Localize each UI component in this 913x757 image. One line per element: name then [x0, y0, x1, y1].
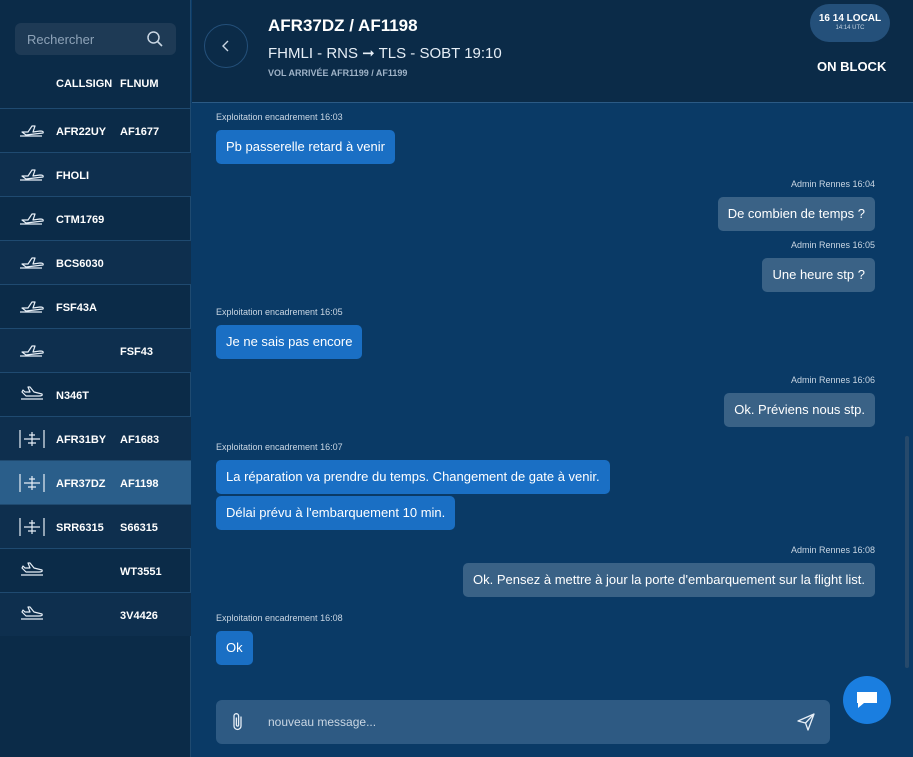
flight-number: AF1677 [120, 126, 160, 138]
flight-number: WT3551 [120, 566, 162, 578]
flight-callsign: SRR6315 [56, 522, 104, 534]
message-meta: Admin Rennes 16:08 [790, 545, 875, 555]
flight-row-fsf43a[interactable]: FSF43A [0, 284, 191, 328]
message-bubble: Une heure stp ? [762, 258, 875, 292]
arrival-plane-icon [18, 384, 46, 406]
message-bubble: La réparation va prendre du temps. Chang… [216, 460, 610, 494]
parked-plane-icon [18, 428, 46, 450]
message-bubble: Ok [216, 631, 253, 665]
departure-plane-icon [18, 208, 46, 230]
send-icon[interactable] [796, 712, 816, 732]
flight-number: S66315 [120, 522, 158, 534]
flight-number: FSF43 [120, 346, 154, 358]
flight-row-ctm1769[interactable]: CTM1769 [0, 196, 191, 240]
arrival-flight: VOL ARRIVÉE AFR1199 / AF1199 [268, 68, 408, 78]
utc-time: 14:14 UTC [835, 25, 865, 31]
arrival-plane-icon [18, 604, 46, 626]
flight-row-afr31by[interactable]: AFR31BY AF1683 [0, 416, 191, 460]
departure-plane-icon [18, 120, 46, 142]
flight-callsign: CTM1769 [56, 214, 105, 226]
flight-row-bcs6030[interactable]: BCS6030 [0, 240, 191, 284]
flight-callsign: AFR31BY [56, 434, 107, 446]
flight-header: AFR37DZ / AF1198 FHMLI - RNS ➞ TLS - SOB… [192, 0, 913, 103]
flight-row-afr37dz[interactable]: AFR37DZ AF1198 [0, 460, 191, 504]
parked-plane-icon [18, 516, 46, 538]
flight-sidebar: Rechercher CALLSIGN FLNUM AFR22UY AF1677 F… [0, 0, 191, 757]
flight-row-3v4426[interactable]: 3V4426 [0, 592, 191, 636]
flnum-header: FLNUM [120, 78, 159, 90]
message-meta: Exploitation encadrement 16:07 [216, 442, 343, 452]
flight-row-fsf43[interactable]: FSF43 [0, 328, 191, 372]
departure-plane-icon [18, 164, 46, 186]
flight-row-srr6315[interactable]: SRR6315 S66315 [0, 504, 191, 548]
page-title: AFR37DZ / AF1198 [268, 16, 418, 35]
back-button[interactable] [204, 24, 248, 68]
flight-row-fholi[interactable]: FHOLI [0, 152, 191, 196]
message-meta: Admin Rennes 16:06 [790, 375, 875, 385]
message-meta: Exploitation encadrement 16:03 [216, 112, 343, 122]
local-time: 16 14 LOCAL [818, 13, 882, 24]
status-badge: ON BLOCK [817, 59, 887, 74]
chat-scrollbar[interactable] [905, 436, 909, 668]
departure-plane-icon [18, 252, 46, 274]
message-bubble: Délai prévu à l'embarquement 10 min. [216, 496, 456, 530]
departure-plane-icon [18, 296, 46, 318]
message-bubble: Ok. Pensez à mettre à jour la porte d'em… [463, 563, 875, 597]
flight-callsign: N346T [56, 390, 90, 402]
message-bubble: Ok. Préviens nous stp. [724, 393, 875, 427]
chat-bubble-icon [857, 692, 877, 708]
flight-row-n346t[interactable]: N346T [0, 372, 191, 416]
flight-number: AF1198 [120, 478, 159, 490]
flight-row-wt3551[interactable]: WT3551 [0, 548, 191, 592]
search-input[interactable]: Rechercher [27, 32, 146, 47]
chat-fab-button[interactable] [843, 676, 891, 724]
message-meta: Admin Rennes 16:04 [790, 179, 875, 189]
flight-callsign: FSF43A [56, 302, 97, 314]
search-box[interactable]: Rechercher [15, 23, 176, 55]
chevron-left-icon [222, 40, 229, 52]
flight-row-afr22uy[interactable]: AFR22UY AF1677 [0, 108, 191, 152]
flight-callsign: AFR37DZ [56, 478, 106, 490]
arrival-plane-icon [18, 560, 46, 582]
message-bubble: De combien de temps ? [717, 197, 875, 231]
paperclip-icon[interactable] [230, 712, 246, 732]
chat-panel: Exploitation encadrement 16:03 Pb passere… [192, 104, 913, 757]
flight-list: AFR22UY AF1677 FHOLI CTM1769 BCS6030 FSF43A FS… [0, 108, 191, 636]
flight-list-header: CALLSIGN FLNUM [0, 78, 191, 96]
callsign-header: CALLSIGN [56, 78, 113, 90]
flight-number: AF1683 [120, 434, 160, 446]
flight-number: 3V4426 [120, 610, 158, 622]
flight-route: FHMLI - RNS ➞ TLS - SOBT 19:10 [268, 45, 502, 62]
message-input[interactable] [268, 700, 788, 744]
message-meta: Exploitation encadrement 16:05 [216, 307, 343, 317]
message-meta: Exploitation encadrement 16:08 [216, 613, 343, 623]
clock-badge: 16 14 LOCAL 14:14 UTC [810, 4, 890, 42]
message-composer [216, 700, 830, 744]
search-icon[interactable] [146, 30, 164, 48]
message-bubble: Pb passerelle retard à venir [216, 130, 395, 164]
flight-callsign: AFR22UY [56, 126, 107, 138]
parked-plane-icon [18, 472, 46, 494]
departure-plane-icon [18, 340, 46, 362]
flight-callsign: BCS6030 [56, 258, 104, 270]
message-meta: Admin Rennes 16:05 [790, 240, 875, 250]
flight-callsign: FHOLI [56, 170, 89, 182]
message-bubble: Je ne sais pas encore [216, 325, 363, 359]
